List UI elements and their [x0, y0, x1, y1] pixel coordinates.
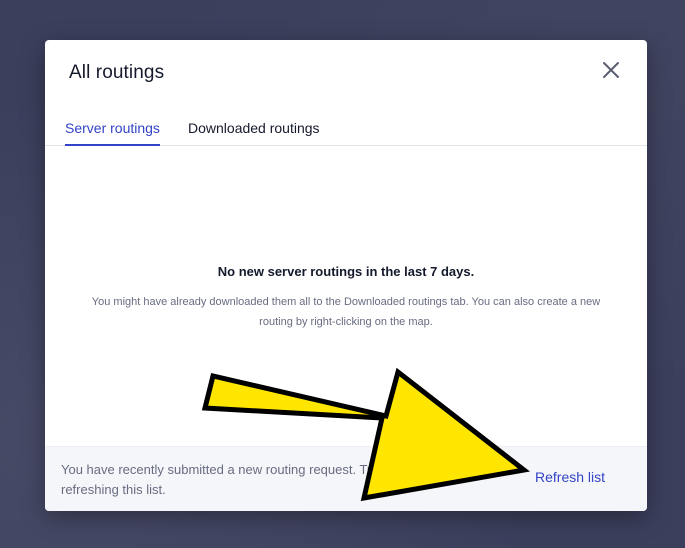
footer-message: You have recently submitted a new routin… — [61, 462, 378, 497]
empty-state-title: No new server routings in the last 7 day… — [217, 264, 475, 279]
tab-bar: Server routings Downloaded routings — [45, 116, 647, 146]
all-routings-dialog: All routings Server routings Downloaded … — [45, 40, 647, 511]
close-icon — [603, 62, 619, 78]
dialog-title: All routings — [69, 62, 165, 83]
tab-downloaded-routings[interactable]: Downloaded routings — [188, 120, 320, 146]
close-button[interactable] — [599, 58, 623, 82]
refresh-list-link[interactable]: Refresh list — [535, 469, 605, 485]
empty-state-description: You might have already downloaded them a… — [91, 296, 601, 328]
dialog-footer: You have recently submitted a new routin… — [45, 446, 647, 511]
tab-server-routings[interactable]: Server routings — [65, 120, 160, 146]
